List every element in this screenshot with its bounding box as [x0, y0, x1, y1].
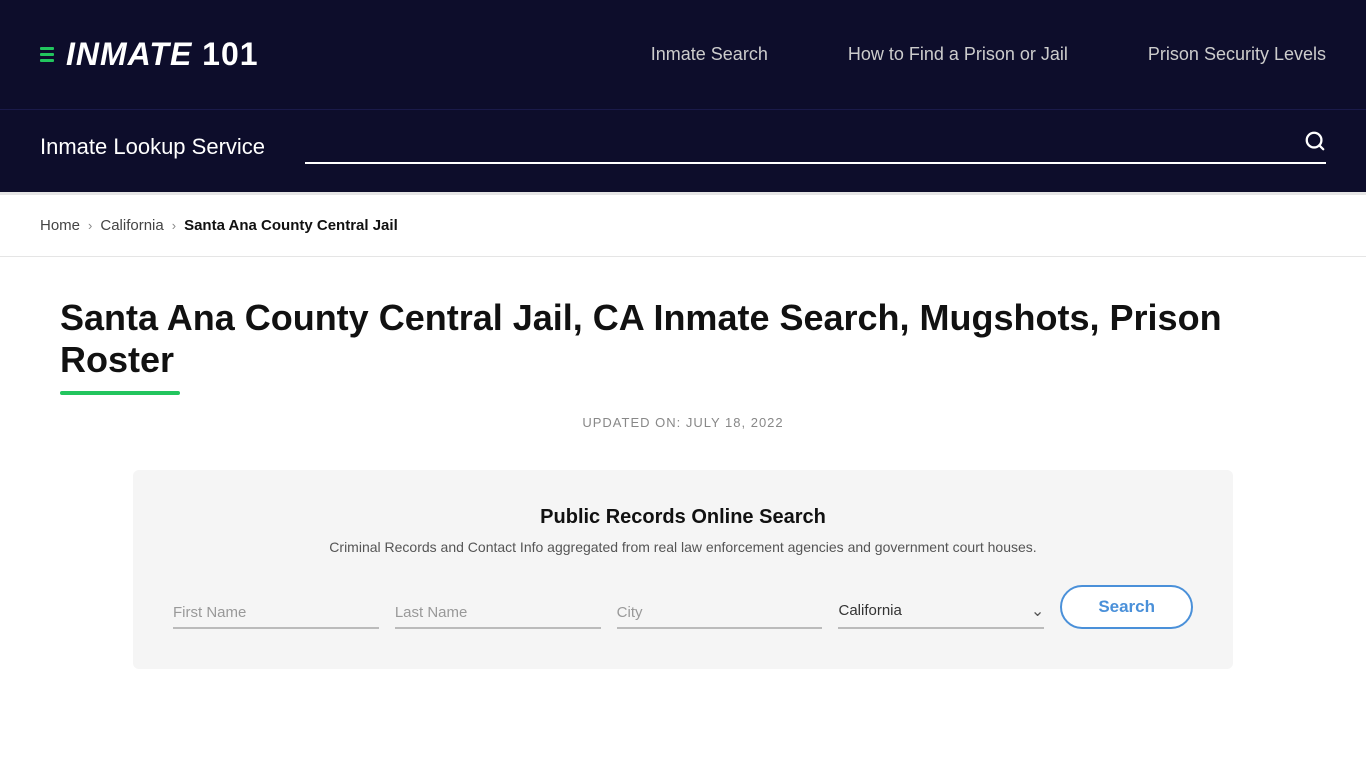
search-bar-label: Inmate Lookup Service [40, 134, 265, 160]
breadcrumb-section: Home › California › Santa Ana County Cen… [0, 195, 1366, 257]
city-field [617, 598, 823, 629]
title-underline [60, 391, 180, 395]
nav-links: Inmate Search How to Find a Prison or Ja… [651, 44, 1326, 65]
updated-on: UPDATED ON: JULY 18, 2022 [60, 415, 1306, 430]
search-card-description: Criminal Records and Contact Info aggreg… [173, 539, 1193, 555]
breadcrumb-current: Santa Ana County Central Jail [184, 217, 398, 234]
nav-inmate-search[interactable]: Inmate Search [651, 44, 768, 65]
search-icon-button[interactable] [1304, 130, 1326, 158]
search-icon [1304, 130, 1326, 152]
nav-how-to-find[interactable]: How to Find a Prison or Jail [848, 44, 1068, 65]
page-title: Santa Ana County Central Jail, CA Inmate… [60, 297, 1306, 381]
breadcrumb-home[interactable]: Home [40, 217, 80, 234]
chevron-right-icon: › [88, 218, 92, 233]
search-input[interactable] [305, 134, 1304, 155]
main-content: Santa Ana County Central Jail, CA Inmate… [0, 257, 1366, 709]
search-button[interactable]: Search [1060, 585, 1193, 629]
state-select-wrap: AlabamaAlaskaArizonaArkansasCaliforniaCo… [838, 596, 1044, 629]
city-input[interactable] [617, 598, 823, 629]
first-name-input[interactable] [173, 598, 379, 629]
logo-bars-icon [40, 47, 54, 62]
search-form: AlabamaAlaskaArizonaArkansasCaliforniaCo… [173, 585, 1193, 629]
chevron-right-icon-2: › [172, 218, 176, 233]
logo[interactable]: INMATE INMATE 101101 [40, 36, 259, 73]
state-select[interactable]: AlabamaAlaskaArizonaArkansasCaliforniaCo… [838, 596, 1044, 625]
nav-security-levels[interactable]: Prison Security Levels [1148, 44, 1326, 65]
breadcrumb: Home › California › Santa Ana County Cen… [40, 217, 1326, 234]
search-card: Public Records Online Search Criminal Re… [133, 470, 1233, 669]
search-bar-section: Inmate Lookup Service [0, 110, 1366, 195]
search-card-title: Public Records Online Search [173, 506, 1193, 529]
last-name-input[interactable] [395, 598, 601, 629]
breadcrumb-state[interactable]: California [100, 217, 163, 234]
last-name-field [395, 598, 601, 629]
search-input-wrap [305, 130, 1326, 164]
first-name-field [173, 598, 379, 629]
logo-text: INMATE INMATE 101101 [66, 36, 259, 73]
top-navigation: INMATE INMATE 101101 Inmate Search How t… [0, 0, 1366, 110]
